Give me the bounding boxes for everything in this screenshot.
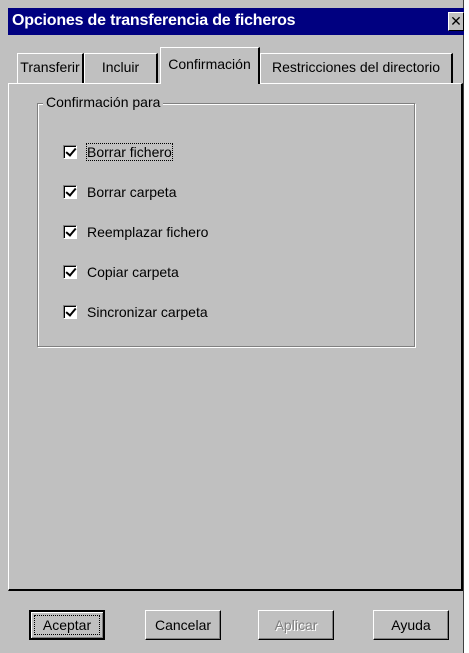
checkbox-label: Borrar carpeta [87, 184, 177, 200]
tab-transferir[interactable]: Transferir [17, 53, 84, 83]
close-button[interactable]: ✕ [448, 12, 464, 31]
tab-confirmacion[interactable]: Confirmación [160, 47, 260, 84]
checkbox-label: Sincronizar carpeta [87, 304, 208, 320]
groupbox-label: Confirmación para [43, 94, 164, 110]
ok-button[interactable]: Aceptar [29, 610, 105, 640]
help-button[interactable]: Ayuda [373, 610, 449, 640]
tab-incluir[interactable]: Incluir [84, 53, 158, 83]
checkbox-checked-icon[interactable] [63, 225, 77, 239]
tab-label: Transferir [20, 59, 80, 75]
tab-label: Restricciones del directorio [271, 59, 441, 75]
checkbox-label: Copiar carpeta [87, 264, 179, 280]
tab-label: Incluir [101, 59, 140, 75]
checkbox-label: Reemplazar fichero [87, 224, 209, 240]
cancel-button[interactable]: Cancelar [145, 610, 221, 640]
checkbox-checked-icon[interactable] [63, 185, 77, 199]
close-icon: ✕ [450, 13, 462, 29]
tab-label: Confirmación [168, 56, 251, 72]
apply-button[interactable]: Aplicar [258, 610, 334, 640]
checkbox-checked-icon[interactable] [63, 305, 77, 319]
window-title: Opciones de transferencia de ficheros [12, 12, 296, 29]
checkbox-checked-icon[interactable] [63, 265, 77, 279]
checkbox-label: Borrar fichero [86, 143, 173, 161]
checkbox-checked-icon[interactable] [63, 145, 77, 159]
file-transfer-options-dialog: Opciones de transferencia de ficheros ✕ … [0, 0, 464, 653]
title-bar[interactable]: Opciones de transferencia de ficheros ✕ [8, 8, 464, 35]
tab-restricciones-del-directorio[interactable]: Restricciones del directorio [260, 53, 453, 83]
